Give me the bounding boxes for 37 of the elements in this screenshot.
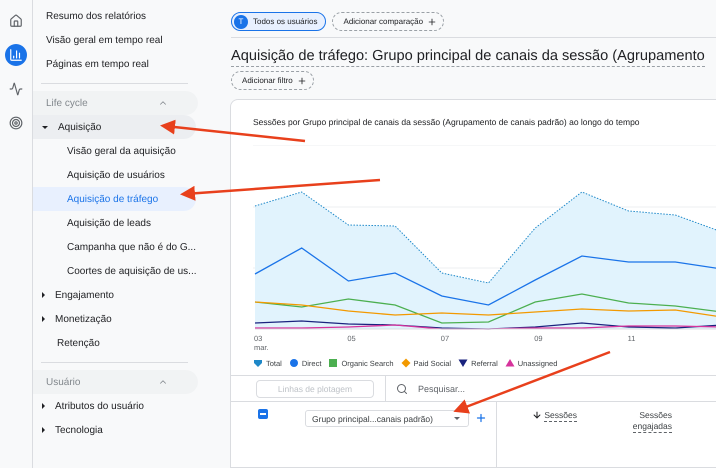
nav-link[interactable]: Resumo dos relatórios [33,4,196,28]
dimension-dropdown[interactable]: Grupo principal...canais padrão) [305,410,469,427]
nav-item[interactable]: Retenção [33,331,196,355]
caret-icon[interactable] [42,292,45,298]
select-all-checkbox[interactable] [258,409,268,419]
nav-link[interactable]: Visão geral em tempo real [33,28,196,52]
nav-item[interactable]: Aquisição de usuários [33,163,196,187]
add-comparison-button[interactable]: Adicionar comparação [332,12,444,31]
nav-item[interactable]: Aquisição de tráfego [33,187,196,211]
nav-item[interactable]: Coortes de aquisição de us... [33,259,196,283]
add-filter-button[interactable]: Adicionar filtro [231,71,314,90]
caret-icon[interactable] [42,427,45,433]
plus-icon [427,16,438,26]
nav-item[interactable]: Aquisição de leads [33,211,196,235]
nav-item[interactable]: Campanha que não é do G... [33,235,196,259]
segment-chip[interactable]: T Todos os usuários [231,12,326,31]
nav-item[interactable]: Engajamento [33,283,196,307]
nav-item[interactable]: Atributos do usuário [33,394,196,418]
bar-chart-icon[interactable] [5,44,27,66]
avatar: T [234,14,248,28]
search-field[interactable]: Pesquisar... [416,382,536,394]
sort-arrow-icon [532,410,542,420]
nav-item[interactable]: Visão geral da aquisição [33,139,196,163]
nav-item[interactable]: Monetização [33,307,196,331]
nav-item[interactable]: Aquisição [33,115,196,139]
search-icon [396,382,408,394]
caret-icon[interactable] [42,126,48,128]
column-header[interactable]: Sessões engajadas [632,410,672,433]
add-icon[interactable] [475,412,487,424]
caret-icon[interactable] [42,403,45,409]
caret-icon[interactable] [42,316,45,322]
plus-icon [296,76,307,86]
column-header[interactable]: Sessões [544,410,577,422]
chart-title: Sessões por Grupo principal de canais da sessão (Agrupamento de canais padrão) ao longo do tempo [253,117,640,128]
nav-link[interactable]: Páginas em tempo real [33,52,196,76]
nav-item[interactable]: Tecnologia [33,418,196,442]
page-title: Aquisição de tráfego: Grupo principal de canais da sessão (Agrupamento [231,48,705,67]
